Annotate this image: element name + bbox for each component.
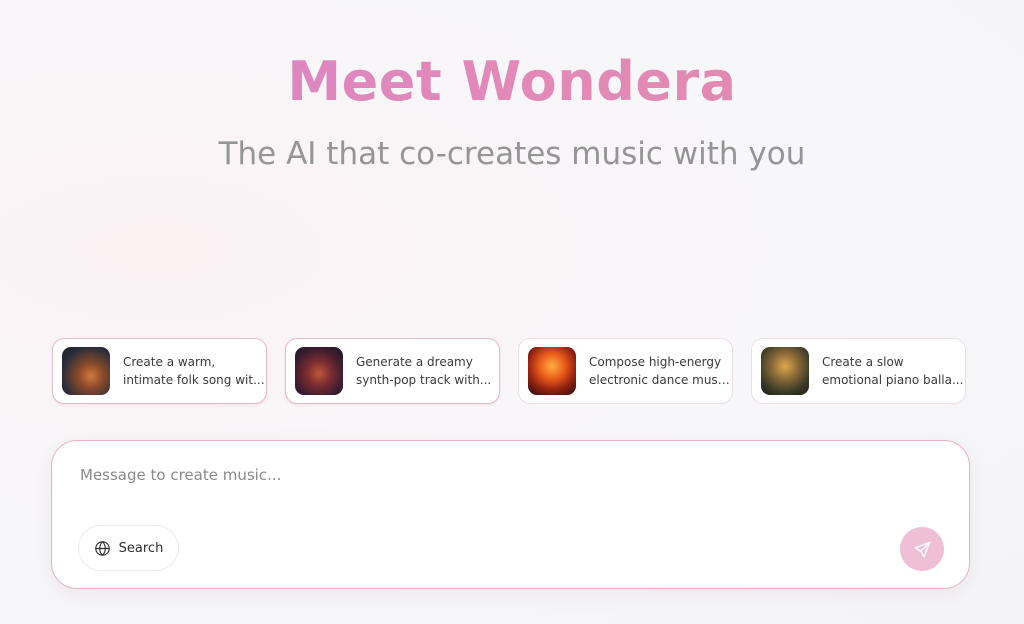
fiery-dj-stage-thumbnail	[528, 347, 576, 395]
globe-icon	[94, 540, 111, 557]
suggestion-text: Compose high-energy electronic dance mus…	[589, 353, 731, 389]
neon-singer-thumbnail	[295, 347, 343, 395]
suggestion-line-1: Create a warm,	[123, 355, 216, 369]
suggestion-list: Create a warm, intimate folk song wit...…	[52, 338, 969, 406]
suggestion-line-1: Compose high-energy	[589, 355, 722, 369]
acoustic-guitar-thumbnail	[62, 347, 110, 395]
search-button-label: Search	[118, 540, 164, 556]
suggestion-line-1: Generate a dreamy	[356, 355, 473, 369]
suggestion-card-edm[interactable]: Compose high-energy electronic dance mus…	[518, 338, 733, 404]
message-input[interactable]	[80, 466, 780, 484]
paper-plane-icon	[913, 540, 932, 559]
suggestion-line-2: intimate folk song wit...	[123, 373, 265, 387]
suggestion-text: Create a slow emotional piano balla...	[822, 353, 964, 389]
suggestion-card-piano[interactable]: Create a slow emotional piano balla...	[751, 338, 966, 404]
tree-piano-thumbnail	[761, 347, 809, 395]
page-subtitle: The AI that co-creates music with you	[218, 136, 806, 172]
suggestion-line-2: emotional piano balla...	[822, 373, 964, 387]
suggestion-card-folk[interactable]: Create a warm, intimate folk song wit...	[52, 338, 267, 404]
page-title: Meet Wondera	[0, 50, 1024, 114]
message-composer: Search	[51, 440, 970, 589]
suggestion-line-2: electronic dance musi...	[589, 373, 731, 387]
suggestion-card-synthpop[interactable]: Generate a dreamy synth-pop track with..…	[285, 338, 500, 404]
search-button[interactable]: Search	[78, 525, 179, 571]
suggestion-line-2: synth-pop track with...	[356, 373, 492, 387]
suggestion-text: Generate a dreamy synth-pop track with..…	[356, 353, 498, 389]
send-button[interactable]	[900, 527, 944, 571]
suggestion-text: Create a warm, intimate folk song wit...	[123, 353, 265, 389]
suggestion-line-1: Create a slow	[822, 355, 904, 369]
